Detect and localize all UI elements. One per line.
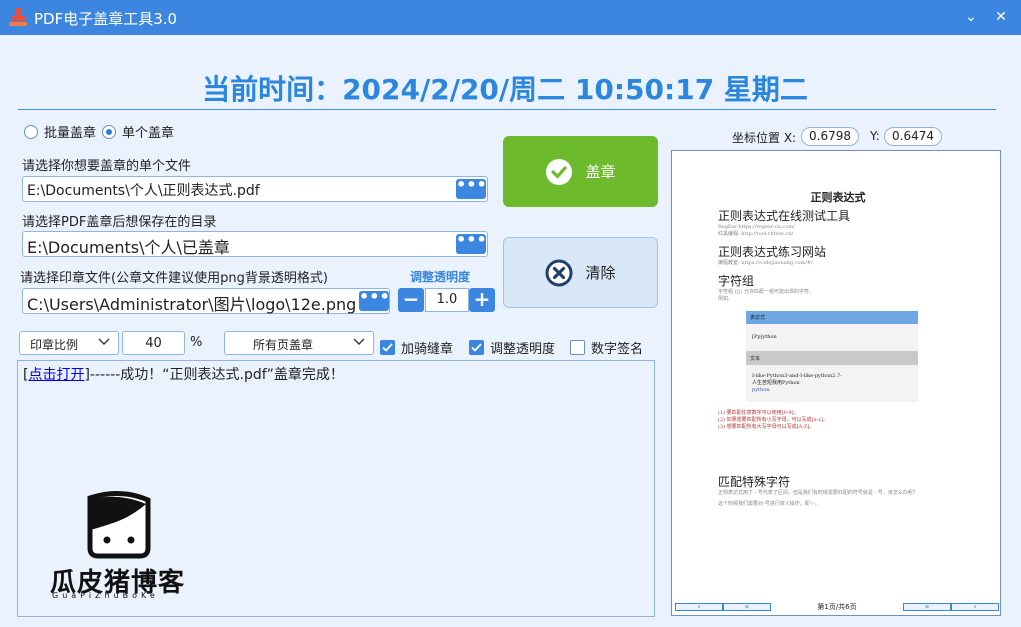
coord-y-value: 0.6474 [884, 127, 942, 146]
title-bar: PDF电子盖章工具3.0 ⌄ ✕ [0, 0, 1021, 35]
seal-file-value: C:\Users\Administrator\图片\logo\12e.png [27, 295, 357, 314]
opacity-increase-button[interactable]: + [469, 288, 495, 312]
pdf-heading: 正则表达式在线测试工具 [718, 209, 851, 223]
open-link[interactable]: 点击打开 [28, 367, 84, 383]
pdf-text: RegExr:https://regexr-cn.com/ [718, 224, 795, 230]
pdf-title: 正则表达式 [810, 191, 866, 204]
code-text-line: I-like-Python3-and-I-like-python2.7- [752, 373, 842, 379]
next-page-button[interactable]: » [903, 603, 951, 611]
checkbox-opacity[interactable]: 调整透明度 [469, 338, 555, 357]
pdf-text: 红黑编程: http://tool.rbtree.cn/ [718, 231, 794, 237]
clear-button[interactable]: 清除 [503, 237, 658, 308]
percent-sign: % [190, 335, 203, 350]
ratio-input[interactable]: 40 [122, 331, 185, 355]
seal-file-field[interactable]: C:\Users\Administrator\图片\logo\12e.png [22, 288, 390, 314]
coord-y-label: Y: [870, 129, 880, 143]
logo-subtext: GuaPiZhuBoKe [52, 591, 159, 600]
radio-batch[interactable]: 批量盖章 [24, 122, 96, 141]
coord-x-label: 坐标位置 X: [732, 131, 797, 145]
checkbox-indicator[interactable] [380, 340, 395, 355]
file-path-field[interactable]: E:\Documents\个人\正则表达式.pdf [22, 176, 488, 202]
radio-single[interactable]: 单个盖章 [102, 122, 174, 141]
pdf-text: 例如: [718, 296, 730, 302]
last-page-button[interactable]: › [951, 603, 999, 611]
checkbox-digital-signature[interactable]: 数字签名 [570, 338, 643, 357]
page-indicator: 第1页/共6页 [817, 603, 857, 611]
file-path-value: E:\Documents\个人\正则表达式.pdf [27, 183, 260, 199]
current-time: 当前时间：2024/2/20/周二 10:50:17 星期二 [202, 73, 808, 106]
radio-batch-label: 批量盖章 [44, 126, 97, 141]
code-box-expr: [Pp]ython [752, 334, 777, 340]
file-label: 请选择你想要盖章的单个文件 [22, 159, 192, 174]
browse-dir-button[interactable]: ••• [456, 232, 487, 254]
opacity-label: 调整透明度 [410, 270, 471, 284]
seal-label: 请选择印章文件(公章文件建议使用png背景透明格式) [20, 271, 328, 286]
ratio-dropdown[interactable]: 印章比例 [19, 331, 119, 355]
divider [18, 109, 996, 110]
code-box-text: I-like-Python3-and-I-like-python2.7- 人生苦… [746, 365, 918, 402]
check-circle-icon [546, 158, 573, 185]
pdf-code-box: 表达式 [Pp]ython 文本 I-like-Python3-and-I-li… [746, 311, 918, 402]
save-dir-value: E:\Documents\个人\已盖章 [27, 238, 230, 257]
close-circle-icon [545, 259, 573, 286]
pdf-heading: 正则表达式练习网站 [718, 245, 827, 259]
prev-page-button[interactable]: ‹ [675, 603, 723, 611]
radio-single-label: 单个盖章 [122, 126, 175, 141]
pdf-text: 正则表达式用了 - 号代表了区间，但是我们有时候需要匹配的符号就是 - 号，该怎… [718, 490, 918, 496]
stamp-icon [9, 8, 27, 26]
code-text-line: 人生苦短我用Python [752, 380, 800, 386]
window-title: PDF电子盖章工具3.0 [34, 10, 178, 28]
browse-seal-button[interactable]: ••• [359, 289, 390, 311]
save-dir-field[interactable]: E:\Documents\个人\已盖章 [22, 231, 488, 257]
pdf-text: 字符组 ([]) 允许匹配一组可能出现的字符。 [718, 289, 814, 295]
log-message: ]------成功！“正则表达式.pdf”盖章完成！ [84, 367, 344, 383]
browse-file-button[interactable]: ••• [456, 177, 487, 199]
stamp-button-label: 盖章 [585, 163, 616, 181]
checkbox-opacity-label: 调整透明度 [490, 342, 556, 357]
checkbox-digital-signature-label: 数字签名 [591, 342, 644, 357]
pages-dropdown-label: 所有页盖章 [253, 338, 314, 352]
ratio-dropdown-label: 印章比例 [30, 338, 79, 352]
first-page-button[interactable]: « [723, 603, 771, 611]
brand-logo: 瓜皮猪博客 GuaPiZhuBoKe [50, 490, 195, 602]
stamp-button[interactable]: 盖章 [503, 136, 658, 207]
radio-batch-indicator[interactable] [24, 124, 38, 139]
coord-x-value: 0.6798 [801, 127, 859, 146]
code-box-header: 文本 [746, 351, 918, 365]
pages-dropdown[interactable]: 所有页盖章 [224, 331, 374, 355]
code-text-line: python [752, 387, 770, 393]
checkbox-seam-seal[interactable]: 加骑缝章 [380, 338, 453, 357]
chevron-down-icon [353, 338, 365, 345]
opacity-value[interactable]: 1.0 [425, 288, 469, 312]
radio-single-indicator[interactable] [102, 124, 116, 139]
chevron-down-icon [98, 338, 110, 345]
pdf-page: 正则表达式 正则表达式在线测试工具 RegExr:https://regexr-… [718, 189, 958, 508]
pdf-list-item: (1) 要匹配任意数字可以使用[0-9]。 [718, 410, 799, 416]
save-label: 请选择PDF盖章后想保存在的目录 [22, 215, 217, 230]
checkbox-seam-seal-label: 加骑缝章 [401, 342, 454, 357]
pdf-text: 这个时候我们需要对-号进行转义操作，即 \-。 [718, 501, 820, 507]
checkbox-indicator[interactable] [469, 340, 484, 355]
checkbox-indicator[interactable] [570, 340, 585, 355]
pdf-list-item: (2) 如果想要匹配所有小写字母，可以写成[a-z]。 [718, 417, 828, 423]
clear-button-label: 清除 [585, 264, 616, 282]
minimize-button[interactable]: ⌄ [962, 8, 980, 26]
close-button[interactable]: ✕ [992, 8, 1010, 26]
pdf-preview[interactable]: 正则表达式 正则表达式在线测试工具 RegExr:https://regexr-… [671, 150, 1001, 616]
pager: ‹ « 第1页/共6页 » › [675, 602, 999, 612]
pdf-heading: 匹配特殊字符 [718, 475, 791, 489]
pdf-text: 编程教室: https://codejiaonang.com/#/ [718, 260, 813, 266]
code-box-header: 表达式 [746, 311, 918, 324]
pdf-heading: 字符组 [718, 274, 755, 288]
opacity-decrease-button[interactable]: − [398, 288, 424, 312]
pdf-list-item: (3) 想要匹配所有大写字母可以写成[A-Z]。 [718, 424, 815, 430]
